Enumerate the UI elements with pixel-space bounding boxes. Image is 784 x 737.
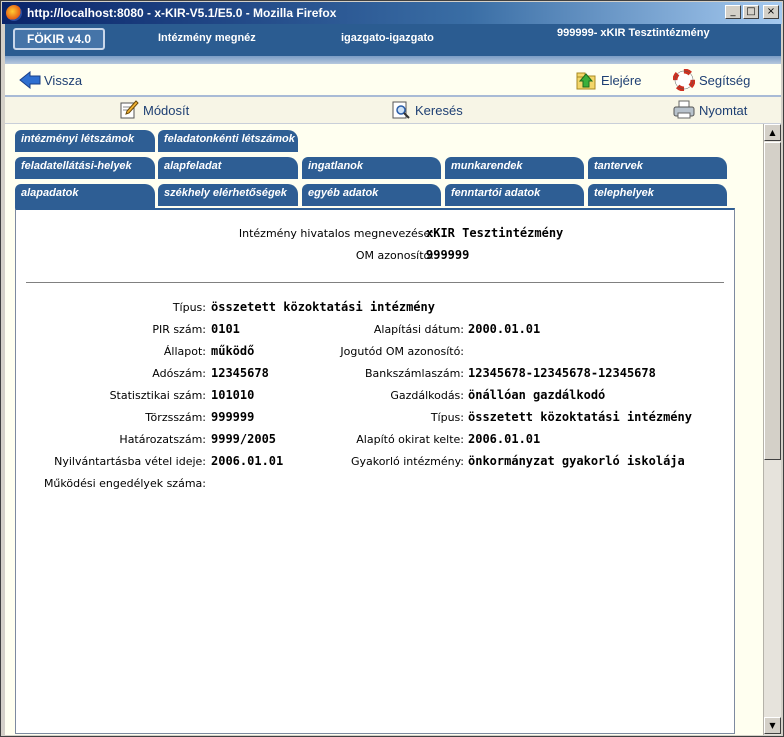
user-name: igazgato-igazgato [341,32,434,44]
management-label: Gazdálkodás: [390,389,464,402]
tab-ingatlanok[interactable]: ingatlanok [302,157,441,179]
toolbar: Módosít Keresés Nyomtat [5,97,781,124]
app-header: FÖKIR v4.0 Intézmény megnéz igazgato-iga… [5,24,781,56]
header-stripe [5,56,781,64]
tab-szekhely-elerhetosegek[interactable]: székhely elérhetőségek [158,184,298,206]
tab-intezmenyi-letszamok[interactable]: intézményi létszámok [15,130,155,152]
back-link[interactable]: Vissza [19,71,82,89]
tab-tantervek[interactable]: tantervek [588,157,727,179]
successor-om-label: Jogutód OM azonosító: [340,345,464,358]
official-name-value: xKIR Tesztintézmény [426,226,564,240]
tab-egyeb-adatok[interactable]: egyéb adatok [302,184,441,206]
practice-institution-label: Gyakorló intézmény: [350,455,464,468]
institution-name: 999999- xKIR Tesztintézmény [557,27,710,39]
scroll-up-button[interactable]: ▲ [764,124,781,141]
operating-licenses-label: Működési engedélyek száma: [43,477,206,490]
tab-telephelyek[interactable]: telephelyek [588,184,727,206]
founding-date-label: Alapítási dátum: [373,323,464,336]
management-value: önállóan gazdálkodó [468,388,606,402]
modify-label: Módosít [143,102,190,118]
registration-date-label: Nyilvántartásba vétel ideje: [54,455,206,468]
status-value: működő [211,344,255,358]
divider [26,282,724,283]
search-icon [392,101,410,119]
type-label: Típus: [172,301,206,314]
minimize-button[interactable]: _ [725,5,741,19]
help-link[interactable]: Segítség [673,69,750,91]
om-id-label: OM azonosító: [355,249,434,262]
scroll-thumb[interactable] [764,142,781,460]
statistical-number-value: 101010 [211,388,255,402]
practice-institution-value: önkormányzat gyakorló iskolája [468,454,685,468]
founding-date-value: 2000.01.01 [468,322,541,336]
main-content: intézményi létszámok feladatonkénti léts… [5,124,763,735]
firefox-icon [6,5,22,21]
charter-date-label: Alapító okirat kelte: [356,433,464,446]
resolution-number-label: Határozatszám: [119,433,206,446]
tab-feladatonkenti-letszamok[interactable]: feladatonkénti létszámok [158,130,298,152]
close-button[interactable]: × [763,5,779,19]
folder-up-icon [576,72,596,90]
search-label: Keresés [415,102,463,118]
charter-date-value: 2006.01.01 [468,432,541,446]
type2-value: összetett közoktatási intézmény [468,410,692,424]
back-label: Vissza [44,72,83,88]
bank-account-label: Bankszámlaszám: [364,367,464,380]
nav-bar: Vissza Elejére Segítség [5,64,781,97]
registration-date-value: 2006.01.01 [211,454,284,468]
modify-button[interactable]: Módosít [119,100,189,120]
vertical-scrollbar[interactable]: ▲ ▼ [763,124,781,735]
tab-munkarendek[interactable]: munkarendek [445,157,584,179]
print-button[interactable]: Nyomtat [673,100,747,120]
pir-value: 0101 [211,322,240,336]
details-panel: Intézmény hivatalos megnevezése: xKIR Te… [15,208,735,734]
lifebuoy-icon [673,69,695,91]
status-label: Állapot: [163,345,206,358]
top-link[interactable]: Elejére [575,69,641,91]
tax-number-label: Adószám: [152,367,206,380]
app-logo: FÖKIR v4.0 [13,28,105,50]
bank-account-value: 12345678-12345678-12345678 [468,366,656,380]
back-arrow-icon [19,71,41,89]
page-title: Intézmény megnéz [158,32,256,44]
official-name-label: Intézmény hivatalos megnevezése: [238,227,434,240]
tab-alapadatok[interactable]: alapadatok [15,184,155,210]
browser-window: http://localhost:8080 - x-KIR-V5.1/E5.0 … [0,0,784,737]
resolution-number-value: 9999/2005 [211,432,277,446]
edit-icon [120,100,139,119]
window-title: http://localhost:8080 - x-KIR-V5.1/E5.0 … [27,6,337,20]
type2-label: Típus: [430,411,464,424]
scroll-down-button[interactable]: ▼ [764,717,781,734]
title-bar: http://localhost:8080 - x-KIR-V5.1/E5.0 … [2,2,782,24]
search-button[interactable]: Keresés [391,100,463,120]
type-value: összetett közoktatási intézmény [211,300,435,314]
tax-number-value: 12345678 [211,366,269,380]
registry-number-label: Törzsszám: [145,411,206,424]
tab-alapfeladat[interactable]: alapfeladat [158,157,298,179]
maximize-button[interactable]: □ [743,5,759,19]
registry-number-value: 999999 [211,410,255,424]
top-label: Elejére [601,72,642,88]
help-label: Segítség [699,72,751,88]
pir-label: PIR szám: [152,323,206,336]
om-id-value: 999999 [426,248,470,262]
print-label: Nyomtat [699,102,748,118]
printer-icon [673,100,695,119]
tab-feladatellatasi-helyek[interactable]: feladatellátási-helyek [15,157,155,179]
statistical-number-label: Statisztikai szám: [109,389,206,402]
tab-fenntartoi-adatok[interactable]: fenntartói adatok [445,184,584,206]
